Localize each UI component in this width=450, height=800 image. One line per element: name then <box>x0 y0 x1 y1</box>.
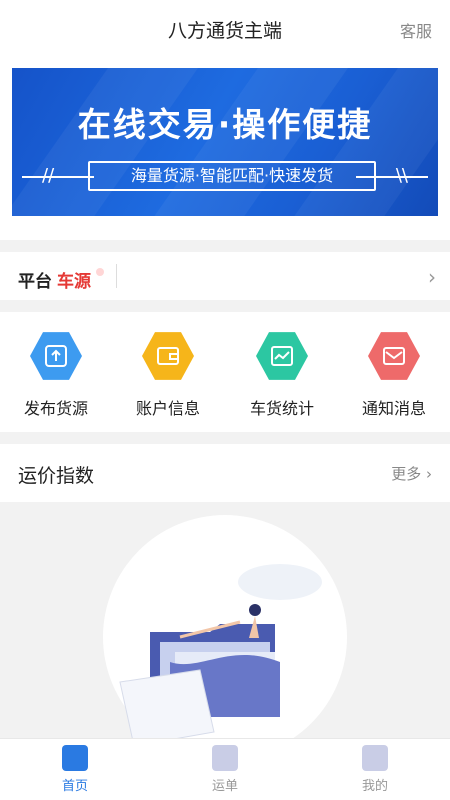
customer-service-button[interactable]: 客服 <box>400 18 432 42</box>
platform-label: 平台 <box>18 272 52 292</box>
shortcut-cargo-stats[interactable]: 车货统计 <box>232 330 332 430</box>
top-bar: 八方通货主端 客服 <box>0 0 450 60</box>
chevron-right-icon: › <box>428 265 436 289</box>
banner-headline: 在线交易·操作便捷 <box>77 105 373 144</box>
decor-line <box>22 176 94 178</box>
tab-mine[interactable]: 我的 <box>335 743 415 799</box>
empty-state <box>0 502 450 738</box>
home-icon <box>62 745 88 771</box>
tab-home[interactable]: 首页 <box>35 743 115 799</box>
shortcut-grid: 发布货源 账户信息 车货统计 通知消息 <box>0 312 450 432</box>
tab-label: 首页 <box>61 779 88 794</box>
decor-line <box>356 176 428 178</box>
page-title: 八方通货主端 <box>167 20 282 42</box>
vehicle-source-label: 车源 <box>57 272 91 292</box>
upload-icon <box>30 332 82 380</box>
wallet-icon <box>142 332 194 380</box>
tab-label: 我的 <box>361 779 388 794</box>
profile-icon <box>362 745 388 771</box>
divider <box>116 264 117 288</box>
freight-index-title: 运价指数 <box>18 465 95 487</box>
bottom-tab-bar: 首页 运单 我的 <box>0 738 450 800</box>
shortcut-label: 车货统计 <box>249 399 314 418</box>
shortcut-label: 通知消息 <box>361 399 426 418</box>
freight-index-header: 运价指数 更多 › <box>0 444 450 502</box>
shortcut-notifications[interactable]: 通知消息 <box>344 330 444 430</box>
shortcut-label: 发布货源 <box>23 399 88 418</box>
banner-section: 在线交易·操作便捷 // 海量货源·智能匹配·快速发货 \\ <box>0 60 450 240</box>
promo-banner[interactable]: 在线交易·操作便捷 // 海量货源·智能匹配·快速发货 \\ <box>12 68 438 216</box>
banner-subline: 海量货源·智能匹配·快速发货 <box>88 161 376 191</box>
waybill-icon <box>212 745 238 771</box>
platform-vehicle-source-bar[interactable]: 平台 车源 › <box>0 252 450 300</box>
decor-backslash-icon: \\ <box>395 165 408 186</box>
mail-icon <box>368 332 420 380</box>
shortcut-account-info[interactable]: 账户信息 <box>118 330 218 430</box>
more-link[interactable]: 更多 › <box>391 463 432 484</box>
empty-folder-illustration <box>103 515 347 738</box>
tab-waybill[interactable]: 运单 <box>185 743 265 799</box>
chart-icon <box>256 332 308 380</box>
badge-dot-icon <box>96 268 104 276</box>
tab-label: 运单 <box>211 779 238 794</box>
shortcut-publish-cargo[interactable]: 发布货源 <box>6 330 106 430</box>
banner-subline-row: // 海量货源·智能匹配·快速发货 \\ <box>12 160 438 194</box>
shortcut-label: 账户信息 <box>135 399 200 418</box>
